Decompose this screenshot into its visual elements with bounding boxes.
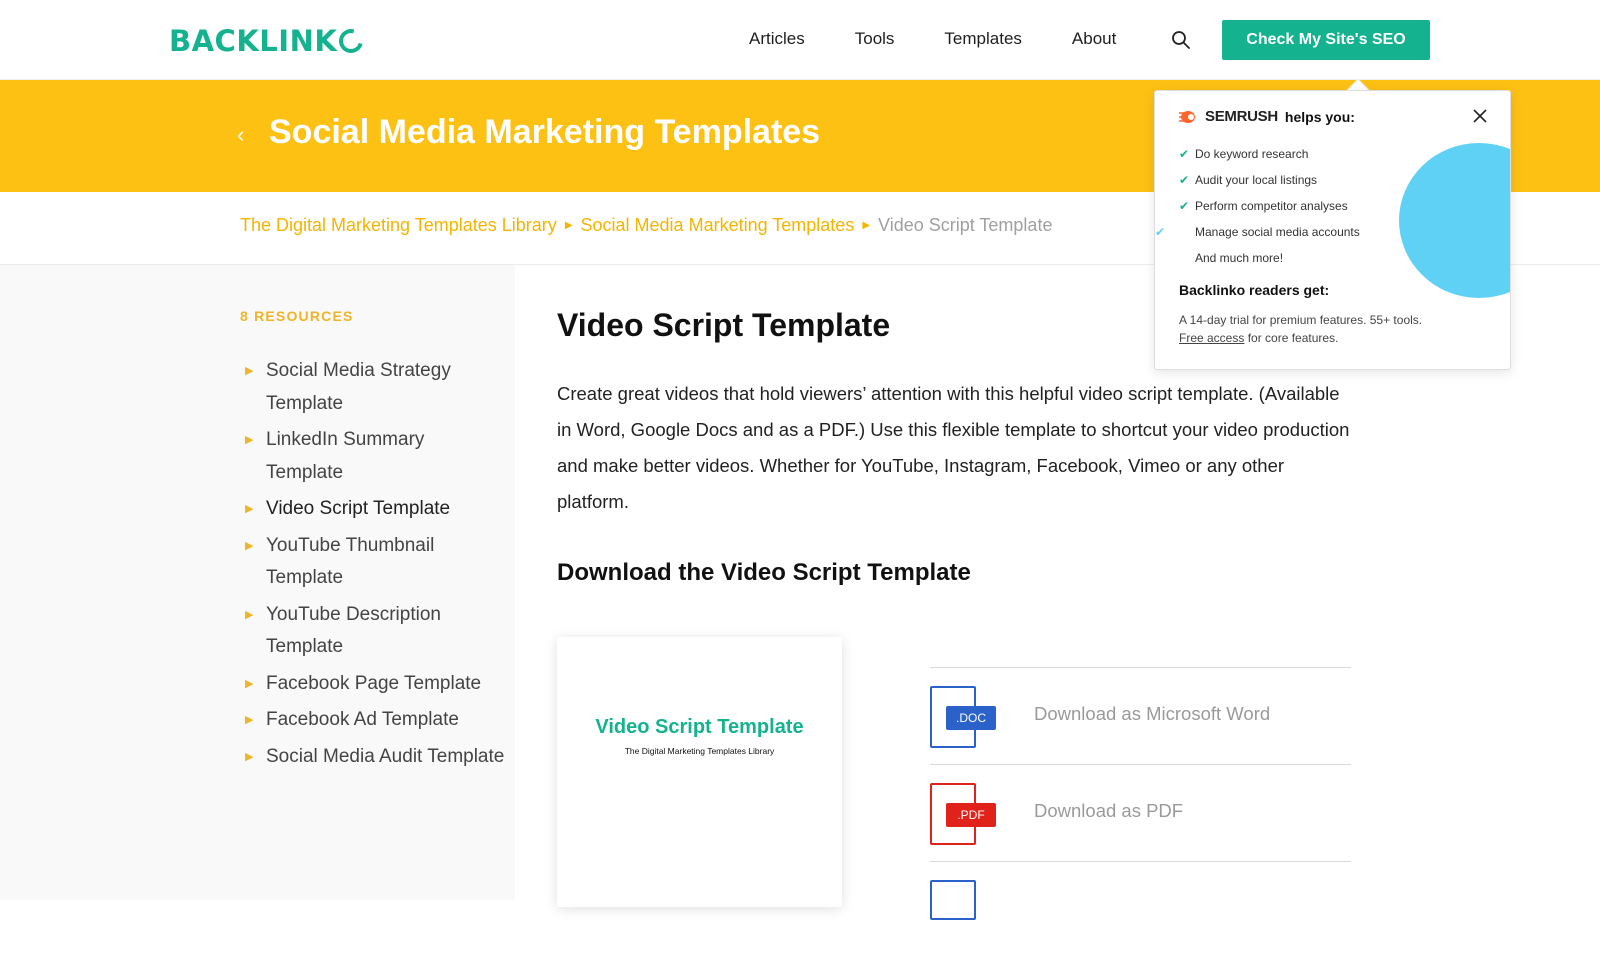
sidebar-item-label: YouTube Thumbnail Template <box>266 534 435 589</box>
preview-title: Video Script Template <box>595 716 804 738</box>
semrush-feature-list: ✔ Do keyword research ✔ Audit your local l… <box>1155 141 1360 271</box>
free-access-link[interactable]: Free access <box>1179 331 1244 345</box>
download-word-link[interactable]: .DOC Download as Microsoft Word <box>930 667 1351 764</box>
breadcrumb-separator-icon: ▶ <box>862 220 871 231</box>
sidebar-item-label: Social Media Audit Template <box>266 745 505 767</box>
file-tag: .PDF <box>946 803 996 827</box>
sidebar-item-label: YouTube Description Template <box>266 603 441 658</box>
triangle-bullet-icon: ▶ <box>245 503 254 515</box>
feature-item: And much more! <box>1179 245 1360 271</box>
logo[interactable]: BACKLINK <box>169 24 368 58</box>
word-file-icon: .DOC <box>930 686 996 748</box>
resources-list: ▶ Social Media Strategy Template ▶ Linke… <box>245 355 505 777</box>
feature-item: ✔ Perform competitor analyses <box>1179 193 1360 219</box>
semrush-logo: SEMRUSH <box>1179 108 1278 125</box>
sidebar-item-facebook-page[interactable]: ▶ Facebook Page Template <box>245 668 505 701</box>
triangle-bullet-icon: ▶ <box>245 677 254 690</box>
feature-label: Do keyword research <box>1195 147 1309 161</box>
resources-count: 8 RESOURCES <box>240 308 354 324</box>
trial-text: A 14-day trial for premium features. 55+… <box>1179 313 1423 327</box>
chevron-left-icon[interactable]: ‹ <box>237 122 244 148</box>
check-icon: ✔ <box>1155 225 1166 239</box>
sidebar-item-label: Video Script Template <box>266 498 451 519</box>
logo-text: BACKLINK <box>169 24 338 58</box>
page-description: Create great videos that hold viewers’ a… <box>557 383 1350 512</box>
breadcrumb: The Digital Marketing Templates Library … <box>240 215 1052 236</box>
breadcrumb-current: Video Script Template <box>878 215 1053 235</box>
download-row-partial[interactable] <box>930 861 1351 958</box>
template-preview-image: Video Script Template The Digital Market… <box>557 637 842 907</box>
nav-about[interactable]: About <box>1072 29 1116 49</box>
sidebar-item-label: LinkedIn Summary Template <box>266 429 425 483</box>
sidebar-item-label: Social Media Strategy Template <box>266 360 451 414</box>
nav-tools[interactable]: Tools <box>855 29 895 49</box>
sidebar-item-video-script[interactable]: ▶ Video Script Template <box>245 493 505 526</box>
semrush-popup: SEMRUSH helps you: ✔ Do keyword research … <box>1154 90 1511 370</box>
free-access-rest: for core features. <box>1244 331 1339 345</box>
sidebar-item-linkedin-summary[interactable]: ▶ LinkedIn Summary Template <box>245 424 505 489</box>
banner-title: Social Media Marketing Templates <box>269 113 821 151</box>
download-list: .DOC Download as Microsoft Word .PDF Dow… <box>930 667 1351 958</box>
sidebar-item-social-media-strategy[interactable]: ▶ Social Media Strategy Template <box>245 355 505 420</box>
main-nav: Articles Tools Templates About <box>749 29 1166 49</box>
triangle-bullet-icon: ▶ <box>245 434 254 446</box>
check-icon: ✔ <box>1179 199 1190 213</box>
breadcrumb-link-library[interactable]: The Digital Marketing Templates Library <box>240 215 557 236</box>
page-title: Video Script Template <box>557 307 891 343</box>
file-tag: .DOC <box>946 706 996 730</box>
site-header: BACKLINK Articles Tools Templates About … <box>0 0 1600 80</box>
resources-sidebar: 8 RESOURCES ▶ Social Media Strategy Temp… <box>0 265 515 900</box>
check-icon: ✔ <box>1179 147 1190 161</box>
triangle-bullet-icon: ▶ <box>245 714 254 726</box>
triangle-bullet-icon: ▶ <box>245 365 254 377</box>
logo-o-mark <box>334 24 368 58</box>
download-label: Download as PDF <box>1034 800 1184 821</box>
popup-helps-label: helps you: <box>1284 108 1355 125</box>
feature-label: Perform competitor analyses <box>1195 199 1348 213</box>
download-pdf-link[interactable]: .PDF Download as PDF <box>930 764 1351 861</box>
download-label: Download as Microsoft Word <box>1034 703 1271 724</box>
sidebar-item-social-media-audit[interactable]: ▶ Social Media Audit Template <box>245 741 505 774</box>
sidebar-item-label: Facebook Page Template <box>266 672 482 694</box>
nav-templates[interactable]: Templates <box>944 29 1021 49</box>
search-icon[interactable] <box>1171 30 1191 50</box>
breadcrumb-separator-icon: ▶ <box>564 220 573 231</box>
feature-item: ✔ Audit your local listings <box>1179 167 1360 193</box>
triangle-bullet-icon: ▶ <box>245 608 254 621</box>
preview-subtitle: The Digital Marketing Templates Library <box>624 746 775 756</box>
nav-articles[interactable]: Articles <box>749 29 805 49</box>
feature-label: Audit your local listings <box>1195 173 1318 187</box>
trial-note: A 14-day trial for premium features. 55+… <box>1179 311 1422 347</box>
decorative-blob <box>1399 143 1510 298</box>
feature-item: ✔ Manage social media accounts <box>1155 219 1360 245</box>
close-icon[interactable] <box>1471 107 1489 125</box>
check-icon: ✔ <box>1179 173 1190 187</box>
breadcrumb-link-social[interactable]: Social Media Marketing Templates <box>581 215 855 236</box>
feature-label: Manage social media accounts <box>1195 225 1360 239</box>
free-access-line: Free access for core features. <box>1179 329 1422 347</box>
sidebar-item-facebook-ad[interactable]: ▶ Facebook Ad Template <box>245 704 505 737</box>
sidebar-item-youtube-thumbnail[interactable]: ▶ YouTube Thumbnail Template <box>245 530 505 595</box>
download-heading: Download the Video Script Template <box>557 559 971 586</box>
check-seo-button[interactable]: Check My Site's SEO <box>1222 20 1430 60</box>
readers-heading: Backlinko readers get: <box>1179 282 1330 298</box>
semrush-brand: SEMRUSH <box>1205 108 1278 125</box>
sidebar-item-youtube-description[interactable]: ▶ YouTube Description Template <box>245 599 505 664</box>
feature-item: ✔ Do keyword research <box>1179 141 1360 167</box>
pdf-file-icon: .PDF <box>930 783 996 845</box>
triangle-bullet-icon: ▶ <box>245 750 254 763</box>
sidebar-item-label: Facebook Ad Template <box>266 709 459 730</box>
popup-header: SEMRUSH helps you: <box>1179 108 1355 125</box>
semrush-mark-icon <box>1179 110 1195 123</box>
triangle-bullet-icon: ▶ <box>245 539 254 552</box>
feature-label: And much more! <box>1195 251 1284 265</box>
google-doc-file-icon <box>930 880 976 920</box>
